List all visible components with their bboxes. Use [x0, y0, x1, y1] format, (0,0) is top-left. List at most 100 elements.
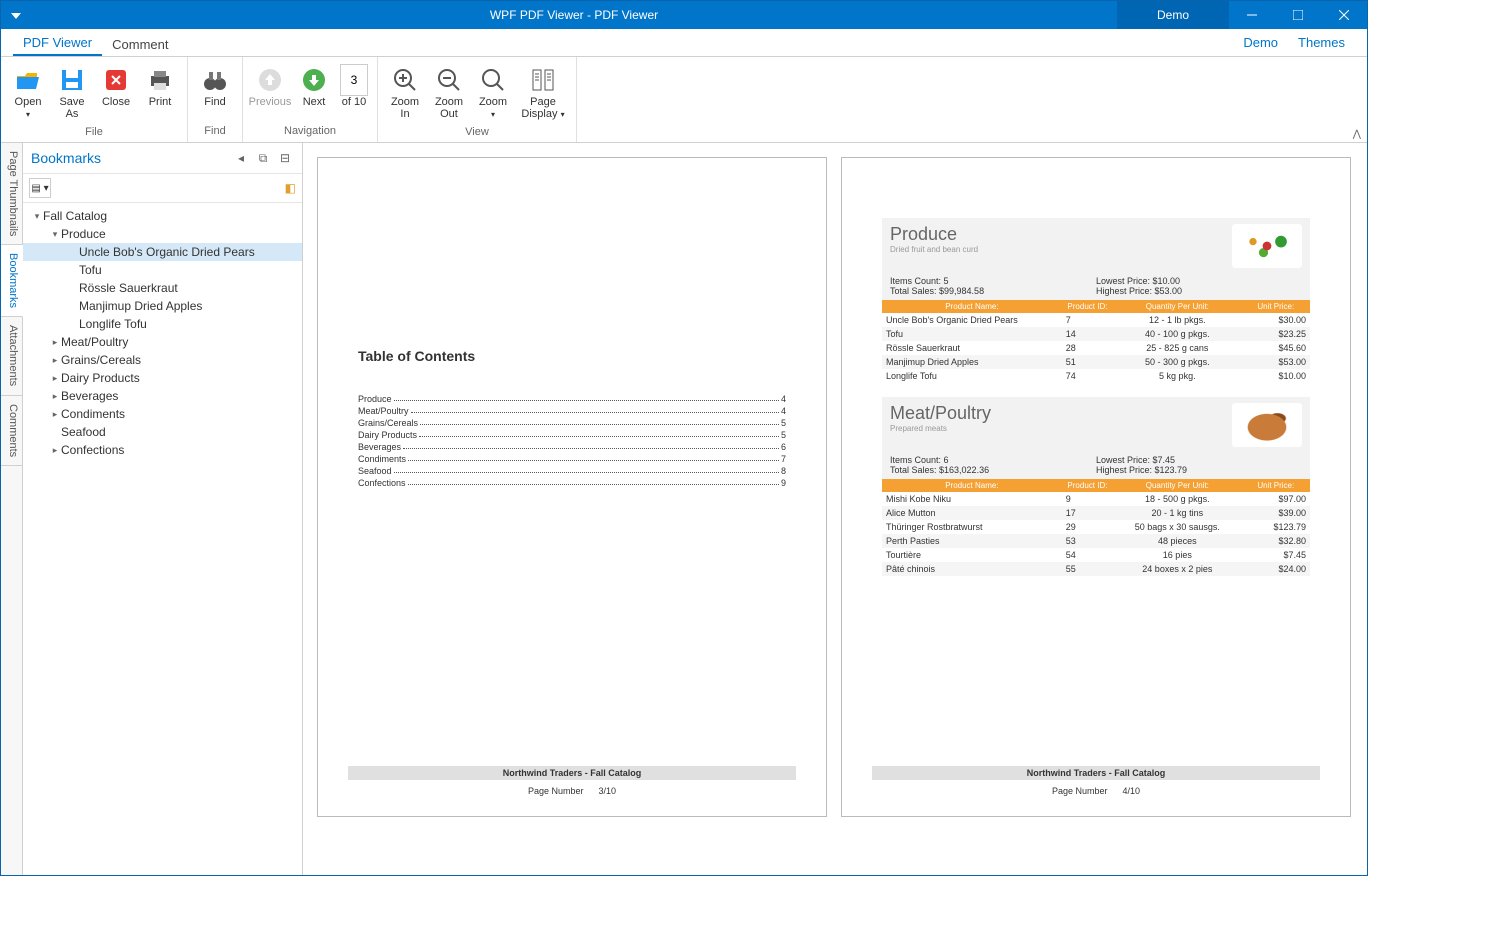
expand-icon[interactable]: ▾: [49, 229, 61, 240]
group-caption-navigation: Navigation: [284, 123, 336, 139]
pdf-viewer-area: Table of Contents Produce4Meat/Poultry4G…: [303, 143, 1367, 875]
group-caption-view: View: [465, 124, 489, 140]
sidetab-thumbnails[interactable]: Page Thumbnails: [1, 143, 22, 245]
ribbon: Open▾ Save As Close Print File: [1, 57, 1367, 143]
ribbon-collapse-button[interactable]: ⋀: [1353, 129, 1361, 140]
page-footer: Northwind Traders - Fall Catalog: [348, 766, 796, 780]
close-doc-button[interactable]: Close: [95, 61, 137, 124]
product-table: Product Name:Product ID:Quantity Per Uni…: [882, 479, 1310, 576]
bookmark-highlight-icon[interactable]: ◧: [285, 181, 296, 195]
panel-pin-icon[interactable]: ⊟: [276, 149, 294, 167]
bookmark-node[interactable]: Uncle Bob's Organic Dried Pears: [23, 243, 302, 261]
zoom-in-button[interactable]: Zoom In: [384, 61, 426, 124]
toc-row: Confections9: [358, 478, 786, 488]
previous-button[interactable]: Previous: [249, 61, 291, 123]
expand-icon[interactable]: ▸: [49, 391, 61, 402]
expand-icon[interactable]: ▸: [49, 445, 61, 456]
bookmark-node[interactable]: ▸Grains/Cereals: [23, 351, 302, 369]
tab-comment[interactable]: Comment: [102, 31, 178, 56]
bookmark-options-button[interactable]: ▤ ▾: [29, 178, 51, 198]
close-button[interactable]: [1321, 1, 1367, 29]
bookmark-node[interactable]: ▸Dairy Products: [23, 369, 302, 387]
toc-row: Condiments7: [358, 454, 786, 464]
product-table: Product Name:Product ID:Quantity Per Uni…: [882, 300, 1310, 383]
arrow-up-icon: [254, 64, 286, 96]
open-button[interactable]: Open▾: [7, 61, 49, 124]
bookmark-node[interactable]: ▾Produce: [23, 225, 302, 243]
maximize-button[interactable]: [1275, 1, 1321, 29]
app-window: WPF PDF Viewer - PDF Viewer Demo PDF Vie…: [0, 0, 1368, 876]
bookmarks-title: Bookmarks: [31, 150, 228, 166]
bookmark-label: Fall Catalog: [43, 209, 107, 223]
bookmark-label: Seafood: [61, 425, 106, 439]
page-display-icon: [527, 64, 559, 96]
page-3: Table of Contents Produce4Meat/Poultry4G…: [317, 157, 827, 817]
group-caption-file: File: [85, 124, 103, 140]
expand-icon[interactable]: ▾: [31, 211, 43, 222]
sidetab-attachments[interactable]: Attachments: [1, 317, 22, 395]
bookmark-label: Tofu: [79, 263, 102, 277]
close-doc-icon: [100, 64, 132, 96]
next-button[interactable]: Next: [293, 61, 335, 123]
bookmark-label: Manjimup Dried Apples: [79, 299, 202, 313]
expand-icon[interactable]: ▸: [49, 373, 61, 384]
link-themes[interactable]: Themes: [1288, 29, 1355, 56]
toc-row: Seafood8: [358, 466, 786, 476]
sidetab-bookmarks[interactable]: Bookmarks: [1, 245, 23, 317]
page-number-input[interactable]: [340, 64, 368, 96]
demo-tab[interactable]: Demo: [1117, 1, 1229, 29]
expand-icon[interactable]: ▸: [49, 337, 61, 348]
bookmark-node[interactable]: Manjimup Dried Apples: [23, 297, 302, 315]
expand-icon[interactable]: ▸: [49, 355, 61, 366]
category-image: [1232, 224, 1302, 268]
bookmark-node[interactable]: Longlife Tofu: [23, 315, 302, 333]
group-caption-find: Find: [204, 123, 225, 139]
titlebar: WPF PDF Viewer - PDF Viewer Demo: [1, 1, 1367, 29]
window-title: WPF PDF Viewer - PDF Viewer: [31, 8, 1117, 22]
toc-row: Beverages6: [358, 442, 786, 452]
print-button[interactable]: Print: [139, 61, 181, 124]
zoom-out-icon: [433, 64, 465, 96]
page-display-button[interactable]: Page Display ▾: [516, 61, 570, 124]
bookmark-label: Longlife Tofu: [79, 317, 147, 331]
bookmark-label: Produce: [61, 227, 106, 241]
panel-restore-icon[interactable]: ⧉: [254, 149, 272, 167]
side-tabs: Page Thumbnails Bookmarks Attachments Co…: [1, 143, 23, 875]
ribbon-tabstrip: PDF Viewer Comment Demo Themes: [1, 29, 1367, 57]
save-as-button[interactable]: Save As: [51, 61, 93, 124]
print-icon: [144, 64, 176, 96]
bookmark-node[interactable]: ▸Meat/Poultry: [23, 333, 302, 351]
zoom-button[interactable]: Zoom▾: [472, 61, 514, 124]
find-button[interactable]: Find: [194, 61, 236, 123]
bookmarks-tree[interactable]: ▾Fall Catalog▾ProduceUncle Bob's Organic…: [23, 203, 302, 875]
binoculars-icon: [199, 64, 231, 96]
bookmark-label: Uncle Bob's Organic Dried Pears: [79, 245, 255, 259]
toc-row: Meat/Poultry4: [358, 406, 786, 416]
bookmark-node[interactable]: ▾Fall Catalog: [23, 207, 302, 225]
toc-row: Dairy Products5: [358, 430, 786, 440]
bookmark-node[interactable]: ▸Condiments: [23, 405, 302, 423]
viewer-scroll[interactable]: Table of Contents Produce4Meat/Poultry4G…: [303, 143, 1367, 875]
page-4: ProduceDried fruit and bean curdItems Co…: [841, 157, 1351, 817]
link-demo[interactable]: Demo: [1233, 29, 1288, 56]
tab-pdf-viewer[interactable]: PDF Viewer: [13, 29, 102, 56]
bookmark-node[interactable]: Rössle Sauerkraut: [23, 279, 302, 297]
bookmark-node[interactable]: ▸Confections: [23, 441, 302, 459]
sidetab-comments[interactable]: Comments: [1, 396, 22, 466]
bookmark-node[interactable]: Seafood: [23, 423, 302, 441]
toc-row: Produce4: [358, 394, 786, 404]
bookmark-node[interactable]: Tofu: [23, 261, 302, 279]
zoom-out-button[interactable]: Zoom Out: [428, 61, 470, 124]
category-image: [1232, 403, 1302, 447]
qat-dropdown[interactable]: [1, 11, 31, 19]
bookmark-label: Confections: [61, 443, 124, 457]
save-icon: [56, 64, 88, 96]
expand-icon[interactable]: ▸: [49, 409, 61, 420]
minimize-button[interactable]: [1229, 1, 1275, 29]
bookmark-label: Dairy Products: [61, 371, 140, 385]
bookmark-node[interactable]: ▸Beverages: [23, 387, 302, 405]
panel-prev-icon[interactable]: ◂: [232, 149, 250, 167]
zoom-in-icon: [389, 64, 421, 96]
bookmark-label: Beverages: [61, 389, 118, 403]
bookmark-label: Grains/Cereals: [61, 353, 141, 367]
